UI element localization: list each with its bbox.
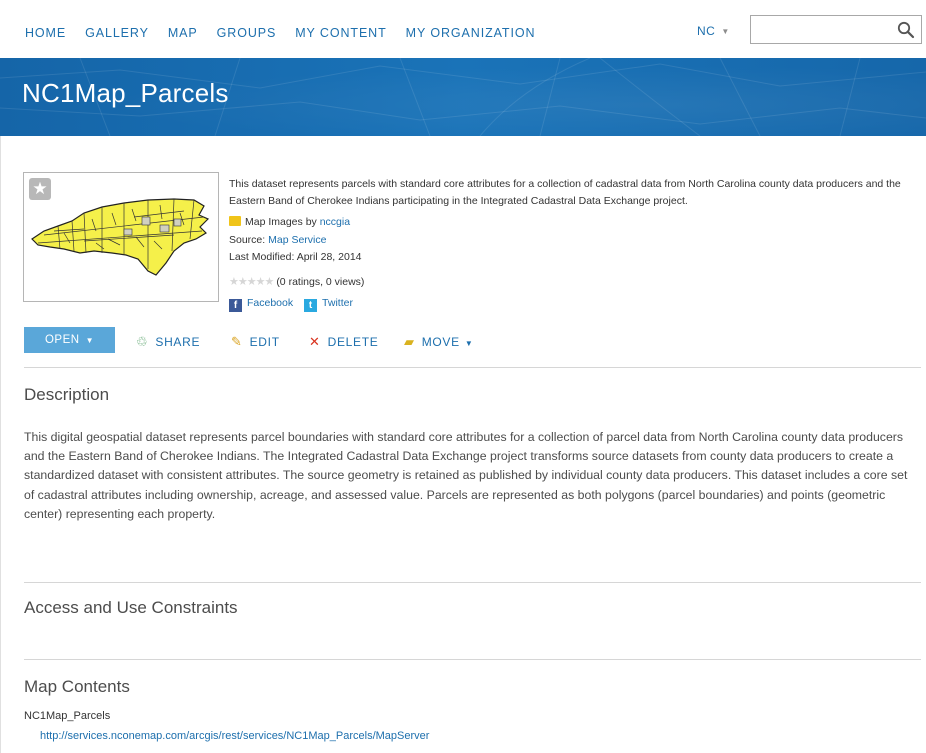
source-link[interactable]: Map Service: [268, 234, 326, 246]
divider: [24, 367, 921, 368]
user-menu[interactable]: NC ▼: [697, 24, 730, 38]
facebook-link[interactable]: Facebook: [247, 297, 293, 309]
last-modified: Last Modified: April 28, 2014: [229, 251, 362, 263]
favorite-star-icon[interactable]: ★: [29, 178, 51, 200]
nav-links: HOME GALLERY MAP GROUPS MY CONTENT MY OR…: [25, 26, 535, 40]
page-left-border: [0, 136, 1, 753]
map-service-url-link[interactable]: http://services.nconemap.com/arcgis/rest…: [40, 730, 429, 742]
item-banner: NC1Map_Parcels: [0, 58, 926, 136]
nc-parcels-map-thumbnail: [31, 198, 210, 276]
move-label: MOVE: [421, 335, 460, 349]
share-label: SHARE: [155, 335, 201, 349]
nav-my-content[interactable]: MY CONTENT: [295, 26, 386, 40]
social-links: f Facebook t Twitter: [229, 297, 353, 312]
divider: [24, 582, 921, 583]
chevron-down-icon: ▼: [85, 335, 94, 345]
share-button[interactable]: ♲ SHARE: [136, 334, 200, 350]
map-contents-heading: Map Contents: [24, 677, 130, 696]
source-label: Source:: [229, 234, 266, 246]
share-icon: ♲: [136, 334, 149, 349]
delete-button[interactable]: ✕ DELETE: [309, 334, 378, 350]
facebook-icon[interactable]: f: [229, 299, 242, 312]
item-source-line: Source: Map Service: [229, 234, 326, 246]
nav-groups[interactable]: GROUPS: [217, 26, 277, 40]
item-thumbnail: ★: [23, 172, 219, 302]
top-navigation: HOME GALLERY MAP GROUPS MY CONTENT MY OR…: [0, 0, 926, 58]
item-summary: This dataset represents parcels with sta…: [229, 178, 901, 207]
map-contents-layer-name: NC1Map_Parcels: [24, 710, 111, 722]
delete-label: DELETE: [327, 335, 379, 349]
search-icon[interactable]: [897, 21, 915, 39]
description-text: This digital geospatial dataset represen…: [24, 430, 908, 521]
search-box: [750, 15, 922, 44]
rating-stars[interactable]: ★★★★★: [229, 276, 274, 288]
open-button[interactable]: OPEN ▼: [24, 327, 115, 353]
description-heading: Description: [24, 385, 110, 404]
edit-label: EDIT: [249, 335, 280, 349]
pencil-icon: ✎: [231, 334, 243, 349]
divider: [24, 659, 921, 660]
edit-button[interactable]: ✎ EDIT: [231, 334, 280, 350]
move-button[interactable]: ▰ MOVE ▼: [404, 334, 473, 350]
nav-gallery[interactable]: GALLERY: [85, 26, 149, 40]
owner-link[interactable]: nccgia: [320, 216, 350, 228]
twitter-icon[interactable]: t: [304, 299, 318, 312]
search-input[interactable]: [751, 16, 891, 43]
map-image-layer-icon: [229, 216, 241, 226]
chevron-down-icon: ▼: [464, 339, 474, 348]
twitter-link[interactable]: Twitter: [322, 297, 353, 309]
item-type-label: Map Images by: [245, 216, 317, 228]
nav-home[interactable]: HOME: [25, 26, 66, 40]
open-button-label: OPEN: [44, 334, 80, 346]
rating-line: ★★★★★ (0 ratings, 0 views): [229, 275, 364, 288]
chevron-down-icon: ▼: [721, 27, 730, 36]
nav-map[interactable]: MAP: [168, 26, 198, 40]
nav-my-organization[interactable]: MY ORGANIZATION: [406, 26, 536, 40]
page-title: NC1Map_Parcels: [22, 78, 229, 108]
delete-x-icon: ✕: [309, 334, 321, 349]
item-type-line: Map Images by nccgia: [229, 216, 350, 228]
access-constraints-heading: Access and Use Constraints: [24, 598, 238, 617]
user-menu-label: NC: [697, 24, 716, 38]
ratings-count: (0 ratings, 0 views): [276, 276, 365, 288]
folder-move-icon: ▰: [404, 334, 415, 349]
